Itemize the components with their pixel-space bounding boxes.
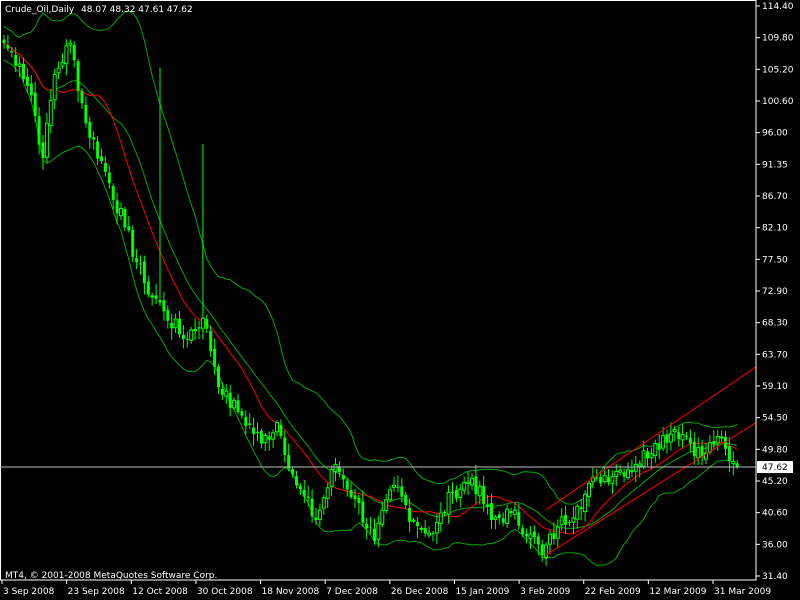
copyright-text: MT4, © 2001-2008 MetaQuotes Software Cor… [5,571,217,581]
y-tick-label: 63.70 [762,350,788,360]
y-tick-label: 45.20 [762,477,788,487]
y-tick-label: 105.20 [762,65,794,75]
x-tick-label: 7 Dec 2008 [326,587,378,597]
y-tick-label: 82.10 [762,224,788,234]
x-tick-label: 12 Oct 2008 [132,587,188,597]
y-tick-label: 49.80 [762,445,788,455]
x-tick-label: 22 Feb 2009 [585,587,641,597]
candle [123,206,127,231]
x-tick-label: 12 Mar 2009 [649,587,706,597]
x-tick-label: 23 Sep 2008 [68,587,125,597]
x-tick-label: 3 Sep 2008 [3,587,55,597]
y-tick-label: 59.10 [762,382,788,392]
y-tick-label: 54.50 [762,414,788,424]
y-tick-label: 86.70 [762,192,788,202]
x-tick-label: 15 Jan 2009 [455,587,509,597]
candle [131,225,135,263]
chart-background [0,0,800,600]
x-tick-label: 26 Dec 2008 [391,587,449,597]
y-tick-label: 72.90 [762,287,788,297]
y-tick-label: 40.60 [762,509,788,519]
y-tick-label: 36.00 [762,540,788,550]
x-tick-label: 3 Feb 2009 [520,587,571,597]
y-tick-label: 91.35 [762,160,788,170]
symbol-label: Crude_Oil,Daily [5,5,75,15]
y-tick-label: 100.60 [762,97,794,107]
x-tick-label: 31 Mar 2009 [714,587,771,597]
y-tick-label: 77.50 [762,255,788,265]
y-tick-label: 114.40 [762,2,794,12]
y-tick-label: 96.00 [762,129,788,139]
x-tick-label: 18 Nov 2008 [262,587,320,597]
ohlc-values: 48.07 48.32 47.61 47.62 [81,5,193,15]
price-chart: 114.40 109.80 105.20 100.60 96.00 91.35 86.70 8… [0,0,800,600]
y-tick-label: 31.40 [762,572,788,582]
y-tick-label: 68.30 [762,319,788,329]
x-tick-label: 30 Oct 2008 [197,587,253,597]
y-tick-label: 109.80 [762,34,794,44]
current-price-label: 47.62 [762,463,788,473]
chart-header: Crude_Oil,Daily 48.07 48.32 47.61 47.62 [5,5,193,15]
